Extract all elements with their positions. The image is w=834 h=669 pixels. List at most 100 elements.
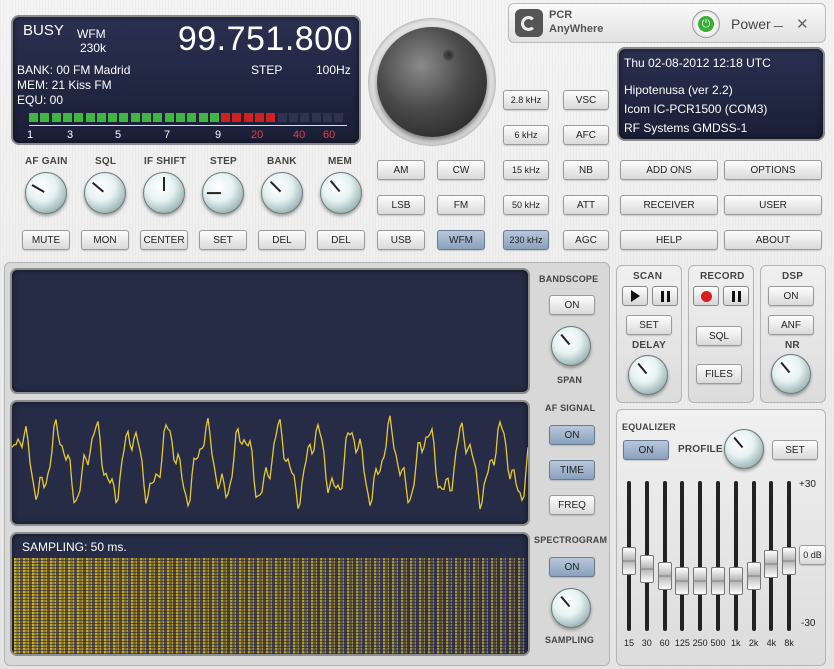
vsc-button[interactable]: VSC [563, 90, 609, 110]
bank-knob[interactable] [261, 172, 303, 214]
eq-zero-db-button[interactable]: 0 dB [799, 545, 826, 565]
meter-segment [243, 113, 253, 122]
af-waveform-line [12, 415, 528, 510]
help-button[interactable]: HELP [620, 230, 718, 250]
filter-2-8khz-button[interactable]: 2.8 kHz [503, 90, 549, 110]
spectrogram-on-button[interactable]: ON [549, 557, 595, 577]
mode-cw-button[interactable]: CW [437, 160, 485, 180]
center-button[interactable]: CENTER [140, 230, 188, 250]
spectrogram-screen: SAMPLING: 50 ms. [10, 532, 530, 656]
eq-slider-8k[interactable] [782, 547, 797, 575]
meter-segment [130, 113, 140, 122]
af-on-button[interactable]: ON [549, 425, 595, 445]
frequency-display: BUSY WFM 230k 99.751.800 BANK: 00 FM Mad… [11, 15, 361, 145]
profile-knob[interactable] [724, 429, 764, 469]
eq-slider-2k[interactable] [746, 562, 761, 590]
mode-wfm-button[interactable]: WFM [437, 230, 485, 250]
logo-icon [515, 9, 543, 37]
meter-segment [62, 113, 72, 122]
spectrogram-title: SPECTROGRAM [534, 535, 608, 545]
meter-segment [175, 113, 185, 122]
afc-button[interactable]: AFC [563, 125, 609, 145]
delay-label: DELAY [632, 340, 666, 351]
anf-button[interactable]: ANF [768, 315, 814, 335]
dsp-title: DSP [782, 271, 804, 282]
af-time-button[interactable]: TIME [549, 460, 595, 480]
filter-230khz-button[interactable]: 230 kHz [503, 230, 549, 250]
user-button[interactable]: USER [724, 195, 822, 215]
att-button[interactable]: ATT [563, 195, 609, 215]
filter-50khz-button[interactable]: 50 kHz [503, 195, 549, 215]
scan-set-button[interactable]: SET [626, 315, 672, 335]
bandscope-on-button[interactable]: ON [549, 295, 595, 315]
meter-segment [311, 113, 321, 122]
record-files-button[interactable]: FILES [696, 364, 742, 384]
meter-scale-label: 1 [27, 129, 34, 141]
eq-slider-60[interactable] [657, 562, 672, 590]
nr-knob[interactable] [771, 354, 811, 394]
meter-scale-label: 40 [293, 129, 306, 141]
tuning-dial[interactable] [377, 27, 487, 137]
equalizer-set-button[interactable]: SET [772, 440, 818, 460]
mode-am-button[interactable]: AM [377, 160, 425, 180]
close-button[interactable]: ✕ [796, 15, 809, 33]
add-ons-button[interactable]: ADD ONS [620, 160, 718, 180]
step-knob[interactable] [202, 172, 244, 214]
minimize-button[interactable]: _ [774, 11, 783, 29]
mode-usb-button[interactable]: USB [377, 230, 425, 250]
record-icon [700, 290, 712, 302]
sampling-readout: SAMPLING: 50 ms. [22, 540, 127, 554]
record-button[interactable] [693, 286, 719, 306]
bandwidth-indicator: 230k [80, 41, 107, 55]
delay-knob[interactable] [628, 355, 668, 395]
record-sql-button[interactable]: SQL [696, 326, 742, 346]
span-knob[interactable] [551, 326, 591, 366]
signal-meter [29, 113, 345, 123]
mon-button[interactable]: MON [81, 230, 129, 250]
pcr-anywhere-window: BUSY WFM 230k 99.751.800 BANK: 00 FM Mad… [0, 0, 834, 669]
options-button[interactable]: OPTIONS [724, 160, 822, 180]
eq-slider-4k[interactable] [764, 549, 779, 578]
meter-segment [108, 113, 118, 122]
meter-baseline [29, 125, 347, 126]
af-freq-button[interactable]: FREQ [549, 495, 595, 515]
eq-slider-250[interactable] [693, 567, 708, 595]
scan-play-button[interactable] [622, 286, 648, 306]
bank-del-button[interactable]: DEL [258, 230, 306, 250]
receiver-button[interactable]: RECEIVER [620, 195, 718, 215]
eq-slider-15[interactable] [622, 547, 636, 575]
eq-slider-1k[interactable] [728, 567, 743, 595]
af-gain-knob[interactable] [25, 172, 67, 214]
mute-button[interactable]: MUTE [22, 230, 70, 250]
knob-label-step: STEP [210, 156, 237, 167]
eq-slider-track [751, 481, 756, 631]
meter-segment [40, 113, 50, 122]
equalizer-on-button[interactable]: ON [623, 440, 669, 460]
mem-del-button[interactable]: DEL [317, 230, 365, 250]
power-button[interactable]: ⏻ [692, 10, 720, 38]
filter-15khz-button[interactable]: 15 kHz [503, 160, 549, 180]
filter-6khz-button[interactable]: 6 kHz [503, 125, 549, 145]
agc-button[interactable]: AGC [563, 230, 609, 250]
sampling-label: SAMPLING [545, 635, 595, 645]
dsp-on-button[interactable]: ON [768, 286, 814, 306]
eq-slider-125[interactable] [675, 567, 690, 595]
eq-slider-500[interactable] [711, 567, 725, 595]
set-button[interactable]: SET [199, 230, 247, 250]
record-pause-button[interactable] [723, 286, 749, 306]
if-shift-knob[interactable] [143, 172, 185, 214]
mode-indicator: WFM [77, 27, 106, 41]
sampling-knob[interactable] [551, 588, 591, 628]
mem-knob[interactable] [320, 172, 362, 214]
sql-knob[interactable] [84, 172, 126, 214]
busy-indicator: BUSY [23, 22, 64, 39]
meter-segment [198, 113, 208, 122]
af-signal-title: AF SIGNAL [545, 403, 596, 413]
scan-pause-button[interactable] [652, 286, 678, 306]
eq-slider-30[interactable] [639, 554, 654, 583]
mode-lsb-button[interactable]: LSB [377, 195, 425, 215]
meter-segment [300, 113, 310, 122]
mode-fm-button[interactable]: FM [437, 195, 485, 215]
about-button[interactable]: ABOUT [724, 230, 822, 250]
nb-button[interactable]: NB [563, 160, 609, 180]
